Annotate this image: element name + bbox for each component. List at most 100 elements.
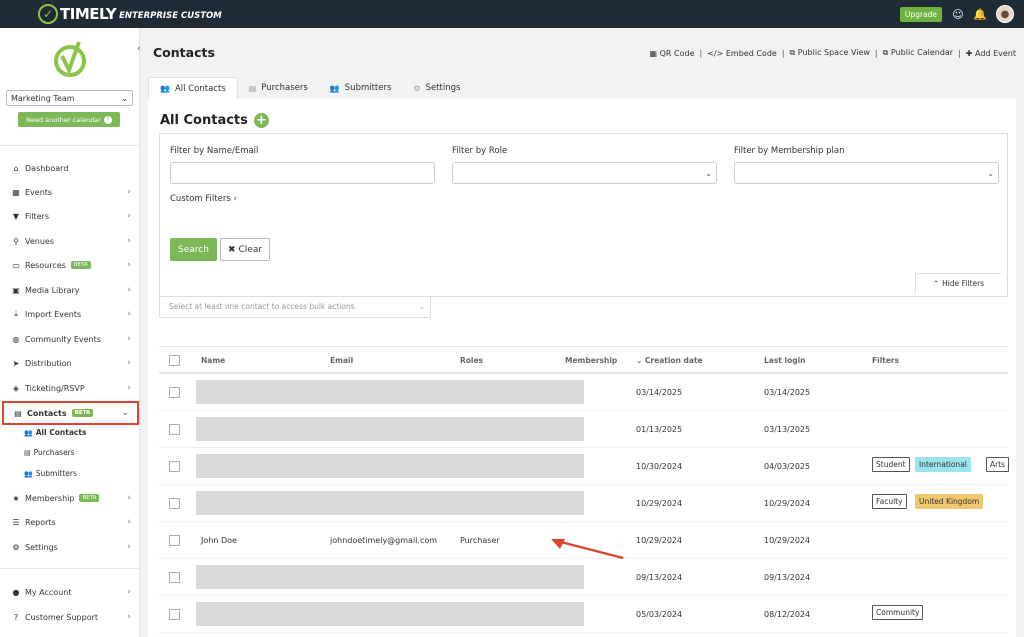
row-checkbox[interactable]: [169, 424, 180, 435]
public-calendar-link[interactable]: ⧉ Public Calendar: [883, 48, 953, 58]
calendar-select[interactable]: Marketing Team ⌄: [6, 90, 133, 106]
sidebar-item-membership[interactable]: ★ Membership BETA ›: [0, 487, 139, 509]
beta-badge: BETA: [79, 494, 100, 502]
table-row[interactable]: 03/14/2025 03/14/2025: [159, 374, 1008, 411]
divider: [0, 145, 139, 146]
bulk-actions-select[interactable]: Select at least one contact to access bu…: [159, 296, 431, 318]
row-checkbox[interactable]: [169, 498, 180, 509]
globe-icon: ◍: [12, 334, 20, 344]
row-checkbox[interactable]: [169, 572, 180, 583]
column-email[interactable]: Email: [330, 356, 353, 365]
add-event-link[interactable]: ✚ Add Event: [966, 49, 1016, 58]
gears-icon: ⚙: [413, 83, 421, 93]
column-filters[interactable]: Filters: [872, 356, 899, 365]
role-filter-select[interactable]: ⌄: [452, 162, 717, 184]
creation-date: 09/13/2024: [636, 573, 683, 582]
chevron-right-icon: ›: [127, 358, 131, 368]
sidebar-subitem-purchasers[interactable]: ▤ Purchasers: [24, 448, 75, 457]
column-roles[interactable]: Roles: [460, 356, 483, 365]
contact-name[interactable]: John Doe: [201, 536, 237, 545]
users-icon: 👥: [24, 469, 33, 478]
upgrade-button[interactable]: Upgrade: [899, 6, 942, 22]
row-checkbox[interactable]: [169, 535, 180, 546]
tab-submitters[interactable]: 👥 Submitters: [319, 77, 403, 99]
sidebar-item-media-library[interactable]: ▣ Media Library ›: [0, 279, 139, 301]
search-button[interactable]: Search: [170, 238, 217, 261]
row-checkbox[interactable]: [169, 609, 180, 620]
close-icon: ✖: [227, 244, 236, 255]
support-agent-icon[interactable]: ☺: [952, 8, 964, 21]
name-filter-input[interactable]: [170, 162, 435, 184]
column-last-login[interactable]: Last login: [764, 356, 806, 365]
creation-date: 10/29/2024: [636, 536, 683, 545]
table-row[interactable]: 05/03/2024 08/12/2024 Community: [159, 596, 1008, 633]
sidebar-item-venues[interactable]: ⚲ Venues ›: [0, 230, 139, 252]
sidebar-item-ticketing[interactable]: ◈ Ticketing/RSVP ›: [0, 377, 139, 399]
sidebar-item-dashboard[interactable]: ⌂ Dashboard: [0, 157, 139, 179]
chevron-right-icon: ›: [127, 612, 131, 622]
chevron-right-icon: ›: [127, 211, 131, 221]
tab-all-contacts[interactable]: 👥 All Contacts: [148, 77, 238, 99]
sidebar-item-events[interactable]: ▦ Events ›: [0, 181, 139, 203]
table-row[interactable]: 10/29/2024 10/29/2024 Faculty United Kingdo…: [159, 485, 1008, 522]
filter-tag: Faculty: [872, 494, 907, 509]
select-all-checkbox[interactable]: [169, 355, 180, 366]
timely-logo[interactable]: ✓ TIMELY ENTERPRISE CUSTOM: [38, 4, 222, 24]
chevron-up-icon: ⌃: [932, 279, 940, 288]
sidebar-item-filters[interactable]: ▼ Filters ›: [0, 205, 139, 227]
chevron-down-icon: ⌄: [121, 408, 129, 418]
chevron-right-icon: ›: [127, 309, 131, 319]
column-membership[interactable]: Membership: [565, 356, 617, 365]
image-icon: ▣: [12, 285, 20, 295]
sidebar-item-my-account[interactable]: ● My Account ›: [0, 581, 139, 603]
table-row[interactable]: 01/13/2025 03/13/2025: [159, 411, 1008, 448]
ticket-icon: ◈: [12, 383, 20, 393]
sidebar-item-import-events[interactable]: ⤓ Import Events ›: [0, 303, 139, 325]
chevron-right-icon: ›: [127, 383, 131, 393]
sidebar-subitem-submitters[interactable]: 👥 Submitters: [24, 469, 77, 478]
table-row[interactable]: 10/30/2024 04/03/2025 Student International…: [159, 448, 1010, 485]
monitor-icon: ▭: [12, 260, 20, 270]
sidebar-logo-icon: [54, 41, 86, 77]
collapse-sidebar-icon[interactable]: ‹: [137, 44, 141, 54]
avatar[interactable]: ●: [996, 5, 1014, 23]
filter-tag: United Kingdom: [915, 494, 984, 509]
send-icon: ➤: [12, 358, 20, 368]
public-space-view-link[interactable]: ⧉ Public Space View: [790, 48, 870, 58]
chevron-right-icon: ›: [127, 187, 131, 197]
id-card-icon: ▤: [24, 448, 31, 457]
tab-purchasers[interactable]: ▤ Purchasers: [238, 77, 319, 99]
custom-filters-toggle[interactable]: Custom Filters ›: [170, 194, 237, 204]
add-contact-button[interactable]: +: [253, 113, 269, 128]
tab-settings[interactable]: ⚙ Settings: [402, 77, 471, 99]
hide-filters-button[interactable]: ⌃ Hide Filters: [915, 273, 1001, 293]
users-icon: 👥: [329, 83, 340, 93]
row-checkbox[interactable]: [169, 387, 180, 398]
table-row[interactable]: 09/13/2024 09/13/2024: [159, 559, 1008, 596]
chevron-right-icon: ›: [127, 517, 131, 527]
clear-button[interactable]: ✖ Clear: [220, 238, 270, 261]
plan-filter-select[interactable]: ⌄: [734, 162, 999, 184]
sidebar-item-contacts[interactable]: ▤ Contacts BETA ⌄: [2, 401, 139, 425]
table-row[interactable]: John Doe johndoetimely@gmail.com Purchaser…: [159, 522, 1008, 560]
creation-date: 03/14/2025: [636, 388, 683, 397]
row-checkbox[interactable]: [169, 461, 180, 472]
sidebar-item-community-events[interactable]: ◍ Community Events ›: [0, 328, 139, 350]
role-filter-label: Filter by Role: [452, 146, 508, 156]
need-calendar-button[interactable]: Need another calendar ?: [18, 112, 120, 127]
embed-code-link[interactable]: </> Embed Code: [707, 49, 777, 58]
column-creation-date[interactable]: ⌄ Creation date: [636, 356, 703, 365]
bell-icon[interactable]: 🔔: [973, 8, 987, 21]
name-filter-label: Filter by Name/Email: [170, 146, 259, 156]
sidebar-item-distribution[interactable]: ➤ Distribution ›: [0, 352, 139, 374]
sidebar-item-reports[interactable]: ☰ Reports ›: [0, 511, 139, 533]
sidebar-item-customer-support[interactable]: ? Customer Support ›: [0, 606, 139, 628]
contacts-panel: All Contacts + Filter by Name/Email Filt…: [148, 99, 1016, 637]
sidebar-subitem-all-contacts[interactable]: 👥 All Contacts: [24, 428, 86, 437]
logo-check-icon: ✓: [38, 4, 58, 24]
column-name[interactable]: Name: [201, 356, 225, 365]
download-icon: ⤓: [14, 309, 18, 318]
sidebar-item-resources[interactable]: ▭ Resources BETA ›: [0, 254, 139, 276]
sidebar-item-settings[interactable]: ⚙ Settings ›: [0, 536, 139, 558]
qr-code-link[interactable]: ▦ QR Code: [650, 49, 695, 58]
